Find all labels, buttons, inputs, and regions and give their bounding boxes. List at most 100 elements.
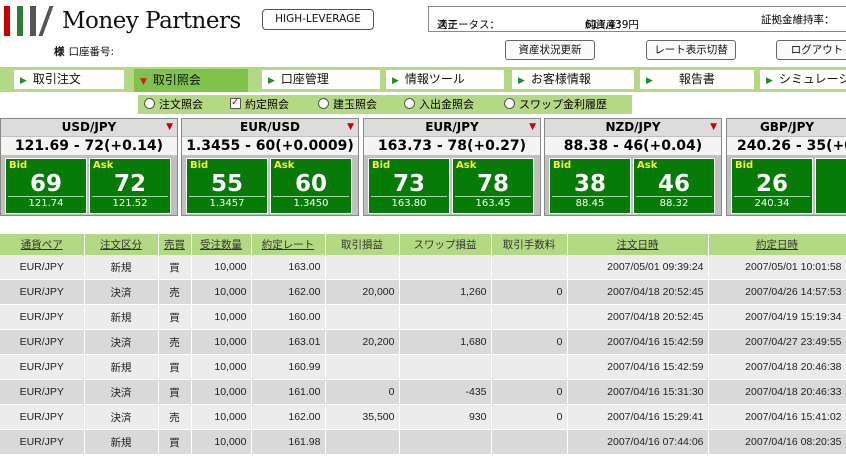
column-header[interactable]: 売買 bbox=[158, 234, 192, 255]
checkbox-checked-icon bbox=[230, 95, 241, 110]
table-cell: 売 bbox=[158, 329, 192, 355]
tab-trade-inquiry[interactable]: ▼ 取引照会 bbox=[134, 69, 248, 92]
tab-reports[interactable]: ▶ 報告書 bbox=[640, 70, 754, 89]
pair-price: 163.73 - 78(+0.27) bbox=[364, 137, 540, 155]
dropdown-icon[interactable]: ▼ bbox=[166, 119, 173, 136]
table-cell: 買 bbox=[158, 429, 192, 455]
ask-button[interactable]: Ask 46 88.32 bbox=[633, 158, 715, 214]
logo-bar-icon bbox=[38, 6, 54, 36]
column-header: 取引手数料 bbox=[491, 234, 568, 255]
column-header[interactable]: 注文区分 bbox=[84, 234, 159, 255]
bid-sub-value: 1.3457 bbox=[189, 196, 265, 211]
table-cell: 1,680 bbox=[399, 329, 492, 355]
subtab-order-inquiry[interactable]: 注文照会 bbox=[144, 97, 203, 112]
bid-value: 26 bbox=[755, 171, 788, 197]
subtab-label: 注文照会 bbox=[159, 98, 203, 111]
bid-label: Bid bbox=[9, 160, 28, 171]
table-row: EUR/JPY 決済買 10,000 161.00 0 -435 0 2007/04/16 1… bbox=[0, 379, 846, 405]
table-cell: 35,500 bbox=[325, 404, 400, 430]
net-assets-value: 611,439円 bbox=[585, 19, 639, 31]
table-cell: EUR/JPY bbox=[0, 354, 85, 380]
dropdown-icon[interactable]: ▼ bbox=[710, 119, 717, 136]
table-cell bbox=[399, 255, 492, 280]
table-cell: 20,200 bbox=[325, 329, 400, 355]
table-cell: 162.00 bbox=[251, 279, 326, 305]
chevron-down-icon: ▼ bbox=[140, 77, 147, 87]
column-header[interactable]: 約定レート bbox=[251, 234, 326, 255]
tab-label: 口座管理 bbox=[280, 72, 329, 86]
logout-button[interactable]: ログアウト bbox=[776, 40, 846, 60]
table-cell: 10,000 bbox=[191, 255, 252, 280]
high-leverage-button[interactable]: HIGH-LEVERAGE bbox=[262, 9, 374, 30]
table-cell: 10,000 bbox=[191, 354, 252, 380]
table-cell: 160.00 bbox=[251, 304, 326, 330]
play-icon: ▶ bbox=[268, 76, 275, 86]
tab-account[interactable]: ▶ 口座管理 bbox=[262, 70, 380, 89]
table-cell: 161.00 bbox=[251, 379, 326, 405]
tab-customer-info[interactable]: ▶ お客様情報 bbox=[512, 70, 634, 89]
subtab-swap-history[interactable]: スワップ金利履歴 bbox=[504, 97, 607, 112]
tab-label: 取引照会 bbox=[152, 73, 201, 87]
column-header[interactable]: 受注数量 bbox=[191, 234, 252, 255]
play-icon: ▶ bbox=[392, 76, 399, 86]
dropdown-icon[interactable]: ▼ bbox=[347, 119, 354, 136]
pair-header[interactable]: GBP/JPY bbox=[727, 119, 846, 136]
table-row: EUR/JPY 決済売 10,000 163.01 20,200 1,680 0 2007/0… bbox=[0, 329, 846, 355]
table-cell: EUR/JPY bbox=[0, 304, 85, 330]
ask-value: 78 bbox=[476, 171, 509, 197]
bid-label: Bid bbox=[190, 160, 209, 171]
table-cell: 10,000 bbox=[191, 304, 252, 330]
table-cell: 買 bbox=[158, 379, 192, 405]
column-header[interactable]: 約定日時 bbox=[708, 234, 846, 255]
tab-label: 情報ツール bbox=[404, 72, 465, 86]
subtab-deposit-inquiry[interactable]: 入出金照会 bbox=[404, 97, 474, 112]
table-row: EUR/JPY 決済売 10,000 162.00 35,500 930 0 2007/04/… bbox=[0, 404, 846, 430]
table-cell: 2007/04/27 23:49:55 bbox=[708, 329, 846, 355]
bid-button[interactable]: Bid 26 240.34 bbox=[731, 158, 813, 214]
bid-sub-value: 163.80 bbox=[371, 196, 447, 211]
column-header[interactable]: 注文日時 bbox=[567, 234, 709, 255]
table-cell: 買 bbox=[158, 354, 192, 380]
ask-button[interactable] bbox=[815, 158, 846, 214]
logo-bar-icon bbox=[17, 6, 23, 36]
table-cell: 0 bbox=[491, 279, 568, 305]
bid-button[interactable]: Bid 69 121.74 bbox=[5, 158, 87, 214]
table-cell: 2007/04/18 20:52:45 bbox=[567, 279, 709, 305]
tab-trade-order[interactable]: ▶ 取引注文 bbox=[14, 70, 124, 89]
radio-icon bbox=[404, 98, 415, 109]
table-body: EUR/JPY 新規買 10,000 163.00 2007/05/01 09:39:2… bbox=[0, 255, 846, 455]
subtab-execution-inquiry[interactable]: 約定照会 bbox=[230, 95, 289, 112]
pair-header[interactable]: NZD/JPY ▼ bbox=[545, 119, 721, 136]
table-cell: 162.00 bbox=[251, 404, 326, 430]
subtab-position-inquiry[interactable]: 建玉照会 bbox=[318, 97, 377, 112]
table-cell: 2007/05/01 09:39:24 bbox=[567, 255, 709, 280]
ask-button[interactable]: Ask 72 121.52 bbox=[89, 158, 171, 214]
ask-button[interactable]: Ask 78 163.45 bbox=[452, 158, 534, 214]
table-cell: 新規 bbox=[84, 255, 159, 280]
table-row: EUR/JPY 新規買 10,000 161.98 2007/04/16 07:44:0… bbox=[0, 429, 846, 455]
play-icon: ▶ bbox=[20, 76, 27, 86]
rate-display-toggle-button[interactable]: レート表示切替 bbox=[646, 40, 736, 60]
rate-panel-eurjpy: EUR/JPY ▼ 163.73 - 78(+0.27) Bid 73 163.80 … bbox=[363, 118, 541, 216]
table-header: 通貨ペア 注文区分 売買 受注数量 約定レート 取引損益 スワップ損益 取引手数料 注文日時 約定… bbox=[0, 234, 846, 255]
pair-header[interactable]: EUR/USD ▼ bbox=[182, 119, 358, 136]
tab-label: 報告書 bbox=[678, 72, 715, 86]
ask-value: 72 bbox=[113, 171, 146, 197]
bid-button[interactable]: Bid 73 163.80 bbox=[368, 158, 450, 214]
table-cell: EUR/JPY bbox=[0, 279, 85, 305]
tab-simulation[interactable]: ▶ シミュレーション bbox=[760, 70, 846, 89]
dropdown-icon[interactable]: ▼ bbox=[529, 119, 536, 136]
pair-header[interactable]: USD/JPY ▼ bbox=[1, 119, 177, 136]
ask-sub-value: 88.32 bbox=[636, 196, 712, 211]
bid-button[interactable]: Bid 38 88.45 bbox=[549, 158, 631, 214]
bid-button[interactable]: Bid 55 1.3457 bbox=[186, 158, 268, 214]
pair-header[interactable]: EUR/JPY ▼ bbox=[364, 119, 540, 136]
tab-info-tools[interactable]: ▶ 情報ツール bbox=[386, 70, 504, 89]
table-cell: 930 bbox=[399, 404, 492, 430]
column-header[interactable]: 通貨ペア bbox=[0, 234, 85, 255]
table-row: EUR/JPY 新規買 10,000 160.99 2007/04/16 15:42:5… bbox=[0, 354, 846, 380]
refresh-assets-button[interactable]: 資産状況更新 bbox=[505, 40, 595, 60]
ask-button[interactable]: Ask 60 1.3450 bbox=[270, 158, 352, 214]
pair-price: 121.69 - 72(+0.14) bbox=[1, 137, 177, 155]
bid-sub-value: 121.74 bbox=[8, 196, 84, 211]
